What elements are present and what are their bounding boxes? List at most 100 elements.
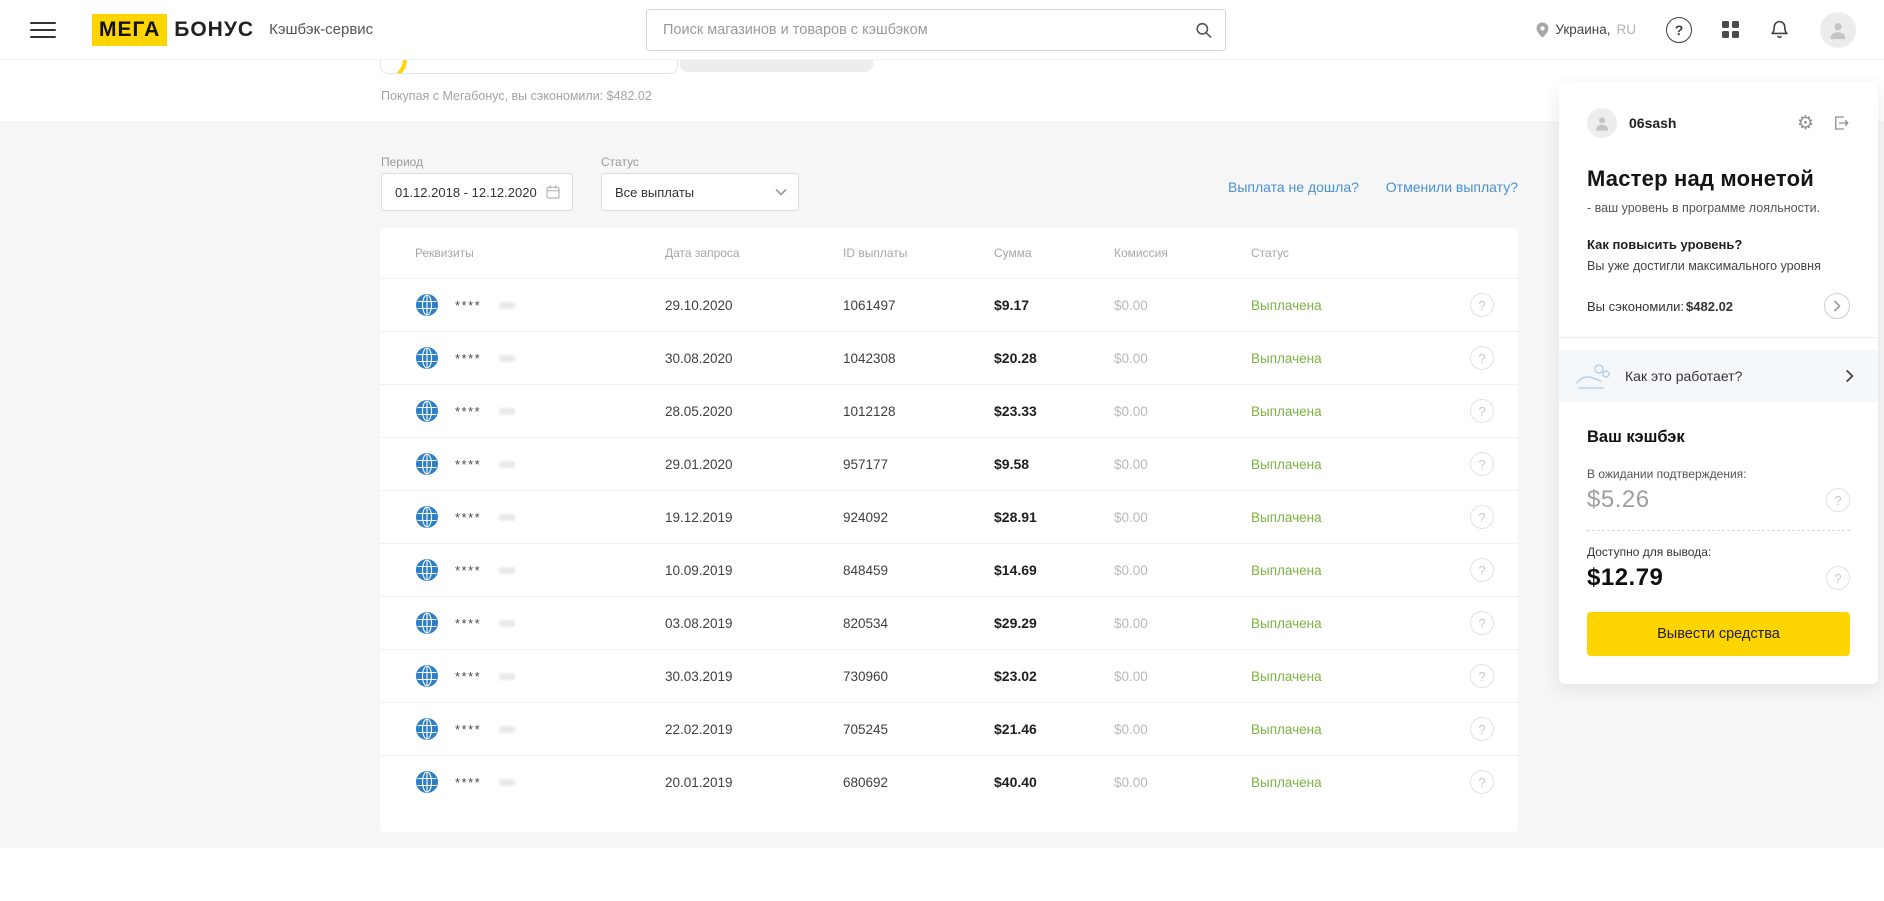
period-label: Период <box>381 155 424 169</box>
request-date: 20.01.2019 <box>665 774 733 790</box>
logo-mega: МЕГА <box>92 13 168 46</box>
request-date: 03.08.2019 <box>665 615 733 631</box>
location-pin-icon <box>1536 21 1549 38</box>
row-help-button[interactable]: ? <box>1470 505 1494 529</box>
payout-id: 730960 <box>843 668 889 684</box>
calendar-icon <box>545 184 561 200</box>
header-actions: Украина, RU ? <box>1536 11 1856 48</box>
requisites-cell: **** <box>415 717 665 741</box>
withdraw-button[interactable]: Вывести средства <box>1587 612 1850 656</box>
link-payout-cancelled[interactable]: Отменили выплату? <box>1386 179 1518 195</box>
row-help-button[interactable]: ? <box>1470 611 1494 635</box>
question-mark-icon: ? <box>1834 492 1842 508</box>
payout-amount: $28.91 <box>994 509 1037 525</box>
webmoney-icon <box>415 399 439 423</box>
region-name: Украина, <box>1555 22 1611 37</box>
row-help-button[interactable]: ? <box>1470 399 1494 423</box>
search-icon[interactable] <box>1194 21 1213 40</box>
profile-header: 06sash ⚙ <box>1587 108 1850 138</box>
notifications-button[interactable] <box>1769 19 1790 40</box>
requisites-redacted <box>499 354 516 362</box>
payout-amount: $29.29 <box>994 615 1037 631</box>
search-input[interactable] <box>646 9 1226 51</box>
loyalty-level-subtitle: - ваш уровень в программе лояльности. <box>1587 201 1821 215</box>
apps-grid-icon <box>1722 21 1739 38</box>
row-help-button[interactable]: ? <box>1470 770 1494 794</box>
period-input[interactable]: 01.12.2018 - 12.12.2020 <box>381 173 573 211</box>
table-header-row: Реквизиты Дата запроса ID выплаты Сумма … <box>380 228 1518 278</box>
available-help-button[interactable]: ? <box>1826 566 1850 590</box>
question-mark-icon: ? <box>1478 615 1486 631</box>
question-mark-icon: ? <box>1478 403 1486 419</box>
saved-value: $482.02 <box>1686 298 1734 314</box>
question-mark-icon: ? <box>1478 668 1486 684</box>
webmoney-icon <box>415 664 439 688</box>
payout-status: Выплачена <box>1251 403 1322 419</box>
requisites-cell: **** <box>415 399 665 423</box>
row-help-button[interactable]: ? <box>1470 346 1494 370</box>
payout-status: Выплачена <box>1251 774 1322 790</box>
requisites-cell: **** <box>415 452 665 476</box>
apps-grid-button[interactable] <box>1722 21 1739 38</box>
status-label: Статус <box>601 155 639 169</box>
question-mark-icon: ? <box>1478 774 1486 790</box>
table-row: **** 22.02.2019 705245 $21.46 $0.00 Выпл… <box>380 702 1518 755</box>
menu-button[interactable] <box>30 21 56 38</box>
requisites-redacted <box>499 566 516 574</box>
page: МЕГА БОНУС Кэшбэк-сервис Украина, RU ? <box>0 0 1884 901</box>
requisites-cell: **** <box>415 770 665 794</box>
pending-label: В ожидании подтверждения: <box>1587 467 1747 481</box>
user-icon <box>1593 114 1611 132</box>
profile-card: 06sash ⚙ Мастер над монетой - ваш уровен… <box>1559 82 1878 684</box>
available-label: Доступно для вывода: <box>1587 545 1712 559</box>
payout-id: 848459 <box>843 562 889 578</box>
region-code: RU <box>1616 22 1637 37</box>
payout-status: Выплачена <box>1251 562 1322 578</box>
row-help-button[interactable]: ? <box>1470 293 1494 317</box>
webmoney-icon <box>415 293 439 317</box>
logout-icon[interactable] <box>1832 114 1850 132</box>
period-value: 01.12.2018 - 12.12.2020 <box>395 184 537 200</box>
row-help-button[interactable]: ? <box>1470 664 1494 688</box>
dotted-divider <box>1587 530 1850 531</box>
profile-avatar[interactable] <box>1587 108 1617 138</box>
payout-status: Выплачена <box>1251 721 1322 737</box>
payout-fee: $0.00 <box>1114 509 1148 525</box>
row-help-button[interactable]: ? <box>1470 717 1494 741</box>
status-select[interactable]: Все выплаты <box>601 173 799 211</box>
payout-id: 1061497 <box>843 297 896 313</box>
header-avatar[interactable] <box>1820 11 1856 48</box>
payout-id: 957177 <box>843 456 889 472</box>
available-row: $12.79 ? <box>1587 564 1850 592</box>
table-row: **** 30.03.2019 730960 $23.02 $0.00 Выпл… <box>380 649 1518 702</box>
top-header: МЕГА БОНУС Кэшбэк-сервис Украина, RU ? <box>0 0 1884 60</box>
divider <box>1559 337 1878 338</box>
settings-gear-icon[interactable]: ⚙ <box>1797 114 1814 133</box>
request-date: 10.09.2019 <box>665 562 733 578</box>
request-date: 19.12.2019 <box>665 509 733 525</box>
payout-fee: $0.00 <box>1114 403 1148 419</box>
requisites-redacted <box>499 460 516 468</box>
link-payout-not-received[interactable]: Выплата не дошла? <box>1228 179 1359 195</box>
help-button[interactable]: ? <box>1666 16 1692 43</box>
pending-help-button[interactable]: ? <box>1826 488 1850 512</box>
row-help-button[interactable]: ? <box>1470 558 1494 582</box>
payout-amount: $23.33 <box>994 403 1037 419</box>
region-selector[interactable]: Украина, RU <box>1536 21 1637 38</box>
payout-fee: $0.00 <box>1114 562 1148 578</box>
username: 06sash <box>1629 115 1677 131</box>
savings-note: Покупая с Мегабонус, вы сэкономили: $482… <box>381 89 652 103</box>
requisites-redacted <box>499 407 516 415</box>
user-icon <box>1827 19 1849 41</box>
header-status: Статус <box>1251 246 1289 260</box>
how-it-works-link[interactable]: Как это работает? <box>1559 350 1878 402</box>
payout-amount: $21.46 <box>994 721 1037 737</box>
row-help-button[interactable]: ? <box>1470 452 1494 476</box>
savings-row: Вы сэкономили: $482.02 <box>1587 293 1850 319</box>
question-mark-icon: ? <box>1478 297 1486 313</box>
payout-fee: $0.00 <box>1114 615 1148 631</box>
savings-details-button[interactable] <box>1824 293 1850 319</box>
payout-status: Выплачена <box>1251 456 1322 472</box>
payout-status: Выплачена <box>1251 668 1322 684</box>
logo[interactable]: МЕГА БОНУС Кэшбэк-сервис <box>92 13 373 46</box>
